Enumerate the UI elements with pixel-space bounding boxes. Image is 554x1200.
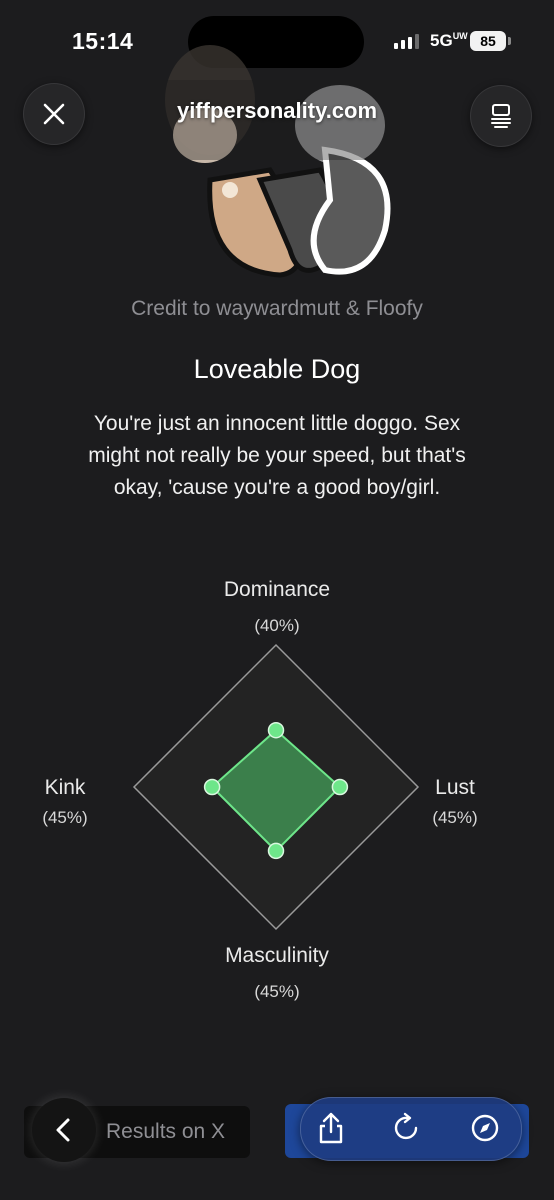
share-icon [319,1112,343,1144]
radar-chart: Dominance (40%) Lust (45%) Masculinity (… [0,560,554,1020]
results-on-x-label: Results on X [106,1120,226,1143]
radar-plot [132,643,420,931]
compass-button[interactable] [463,1108,507,1148]
radar-point-lust [331,778,349,796]
network-suffix: UW [452,31,468,41]
result-title: Loveable Dog [193,354,361,384]
reload-button[interactable] [385,1108,429,1148]
status-time: 15:14 [72,28,134,54]
chevron-left-icon [56,1118,70,1142]
result-illustration [150,45,410,278]
radar-point-masculinity [267,842,285,860]
compass-icon [471,1114,499,1142]
network-indicator: 5GUW [430,31,468,51]
back-button[interactable] [32,1098,96,1162]
network-type: 5G [430,31,453,50]
result-description: You're just an innocent little doggo. Se… [88,412,466,499]
credit-text: Credit to waywardmutt & Floofy [131,297,423,320]
battery-indicator: 85 [470,31,506,51]
radar-point-kink [203,778,221,796]
reload-icon [394,1112,418,1140]
share-button[interactable] [309,1108,353,1148]
battery-cap [508,37,511,45]
page: 15:14 5GUW 85 yiffpersonality.com Credit… [0,0,554,1200]
reader-mode-button[interactable] [470,85,532,147]
radar-point-dominance [267,721,285,739]
reader-mode-icon [491,104,511,128]
